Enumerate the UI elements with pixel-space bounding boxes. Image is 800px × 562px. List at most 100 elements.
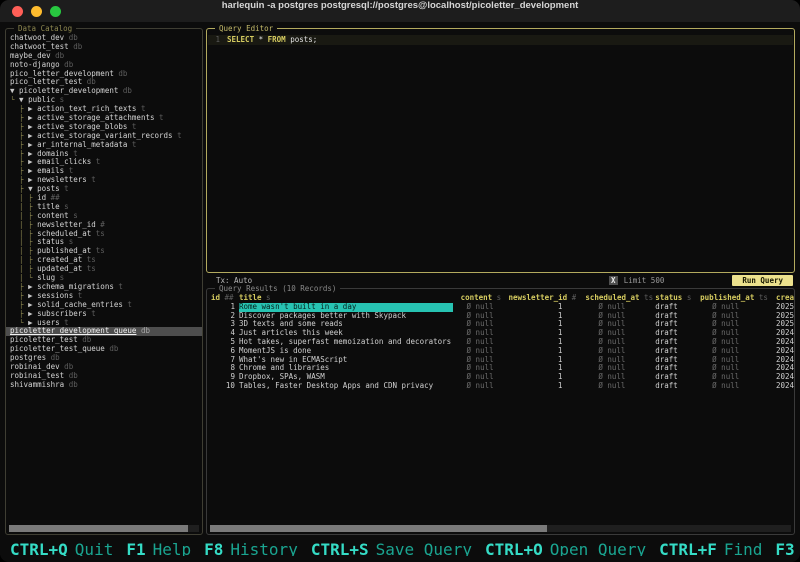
collapsed-arrow-icon[interactable]: ▶ (28, 310, 37, 318)
cell-published_at[interactable]: Ø null (700, 312, 772, 321)
cell-scheduled_at[interactable]: Ø null (585, 382, 653, 391)
collapsed-arrow-icon[interactable]: ▶ (28, 176, 37, 184)
shortcut-find-next[interactable]: F3Find Next (775, 542, 800, 556)
cell-status[interactable]: draft (655, 320, 695, 329)
cell-newsletter_id[interactable]: 1 (508, 329, 576, 338)
cell-id[interactable]: 5 (211, 338, 235, 347)
cell-status[interactable]: draft (655, 356, 695, 365)
catalog-item-scheduled_at[interactable]: │ ├ scheduled_at ts (6, 230, 202, 239)
catalog-item-domains[interactable]: ├ ▶ domains t (6, 150, 202, 159)
cell-id[interactable]: 8 (211, 364, 235, 373)
catalog-item-solid_cache_entries[interactable]: ├ ▶ solid_cache_entries t (6, 301, 202, 310)
cell-content[interactable]: Ø null (461, 347, 505, 356)
cell-scheduled_at[interactable]: Ø null (585, 320, 653, 329)
results-horizontal-scrollbar[interactable] (210, 525, 791, 532)
catalog-item-sessions[interactable]: ├ ▶ sessions t (6, 292, 202, 301)
catalog-item-chatwoot_dev[interactable]: chatwoot_dev db (6, 34, 202, 43)
cell-newsletter_id[interactable]: 1 (508, 347, 576, 356)
collapsed-arrow-icon[interactable]: ▶ (28, 105, 37, 113)
catalog-item-email_clicks[interactable]: ├ ▶ email_clicks t (6, 158, 202, 167)
collapsed-arrow-icon[interactable]: ▶ (28, 114, 37, 122)
cell-status[interactable]: draft (655, 364, 695, 373)
catalog-item-picoletter_development[interactable]: ▼ picoletter_development db (6, 87, 202, 96)
cell-id[interactable]: 9 (211, 373, 235, 382)
cell-id[interactable]: 3 (211, 320, 235, 329)
cell-created[interactable]: 2025 (775, 303, 794, 312)
cell-created[interactable]: 2024 (775, 364, 794, 373)
cell-content[interactable]: Ø null (461, 338, 505, 347)
cell-scheduled_at[interactable]: Ø null (585, 338, 653, 347)
catalog-scrollbar-thumb[interactable] (9, 525, 188, 532)
cell-status[interactable]: draft (655, 373, 695, 382)
cell-id[interactable]: 10 (211, 382, 235, 391)
collapsed-arrow-icon[interactable]: ▶ (28, 292, 37, 300)
cell-id[interactable]: 7 (211, 356, 235, 365)
query-editor-panel[interactable]: Query Editor 1SELECT * FROM posts; (206, 28, 795, 273)
cell-content[interactable]: Ø null (461, 329, 505, 338)
catalog-item-noto-django[interactable]: noto-django db (6, 61, 202, 70)
expanded-arrow-icon[interactable]: ▼ (19, 96, 28, 104)
cell-created[interactable]: 2024 (775, 382, 794, 391)
cell-title[interactable]: Tables, Faster Desktop Apps and CDN priv… (239, 382, 453, 391)
catalog-item-chatwoot_test[interactable]: chatwoot_test db (6, 43, 202, 52)
cell-published_at[interactable]: Ø null (700, 347, 772, 356)
collapsed-arrow-icon[interactable]: ▶ (28, 123, 37, 131)
cell-scheduled_at[interactable]: Ø null (585, 347, 653, 356)
shortcut-open-query[interactable]: CTRL+OOpen Query (485, 542, 646, 556)
shortcut-history[interactable]: F8History (204, 542, 298, 556)
cell-title[interactable]: MomentJS is done (239, 347, 453, 356)
collapsed-arrow-icon[interactable]: ▶ (28, 132, 37, 140)
catalog-item-active_storage_blobs[interactable]: ├ ▶ active_storage_blobs t (6, 123, 202, 132)
catalog-item-id[interactable]: │ ├ id ## (6, 194, 202, 203)
cell-scheduled_at[interactable]: Ø null (585, 356, 653, 365)
cell-title[interactable]: Rome wasn't built in a day (239, 303, 453, 312)
catalog-item-title[interactable]: │ ├ title s (6, 203, 202, 212)
cell-title[interactable]: Discover packages better with Skypack (239, 312, 453, 321)
cell-newsletter_id[interactable]: 1 (508, 373, 576, 382)
cell-content[interactable]: Ø null (461, 312, 505, 321)
expanded-arrow-icon[interactable]: ▼ (10, 87, 19, 95)
cell-status[interactable]: draft (655, 329, 695, 338)
cell-title[interactable]: Chrome and libraries (239, 364, 453, 373)
cell-created[interactable]: 2024 (775, 329, 794, 338)
catalog-item-status[interactable]: │ ├ status s (6, 238, 202, 247)
cell-content[interactable]: Ø null (461, 320, 505, 329)
cell-content[interactable]: Ø null (461, 364, 505, 373)
cell-status[interactable]: draft (655, 303, 695, 312)
cell-content[interactable]: Ø null (461, 382, 505, 391)
cell-created[interactable]: 2024 (775, 373, 794, 382)
cell-title[interactable]: Just articles this week (239, 329, 453, 338)
cell-newsletter_id[interactable]: 1 (508, 303, 576, 312)
cell-newsletter_id[interactable]: 1 (508, 320, 576, 329)
limit-checkbox[interactable]: X (609, 276, 618, 285)
catalog-item-updated_at[interactable]: │ ├ updated_at ts (6, 265, 202, 274)
catalog-item-ar_internal_metadata[interactable]: ├ ▶ ar_internal_metadata t (6, 141, 202, 150)
cell-created[interactable]: 2025 (775, 312, 794, 321)
cell-content[interactable]: Ø null (461, 303, 505, 312)
cell-published_at[interactable]: Ø null (700, 356, 772, 365)
cell-content[interactable]: Ø null (461, 356, 505, 365)
catalog-item-active_storage_attachments[interactable]: ├ ▶ active_storage_attachments t (6, 114, 202, 123)
cell-title[interactable]: 3D texts and some reads (239, 320, 453, 329)
cell-created[interactable]: 2024 (775, 356, 794, 365)
shortcut-help[interactable]: F1Help (126, 542, 191, 556)
cell-newsletter_id[interactable]: 1 (508, 382, 576, 391)
collapsed-arrow-icon[interactable]: ▶ (28, 283, 37, 291)
cell-id[interactable]: 1 (211, 303, 235, 312)
collapsed-arrow-icon[interactable]: ▶ (28, 319, 37, 327)
editor-current-line[interactable]: 1SELECT * FROM posts; (208, 35, 793, 45)
cell-id[interactable]: 6 (211, 347, 235, 356)
cell-published_at[interactable]: Ø null (700, 303, 772, 312)
shortcut-save-query[interactable]: CTRL+SSave Query (311, 542, 472, 556)
catalog-item-published_at[interactable]: │ ├ published_at ts (6, 247, 202, 256)
cell-status[interactable]: draft (655, 382, 695, 391)
cell-scheduled_at[interactable]: Ø null (585, 303, 653, 312)
results-scrollbar-thumb[interactable] (210, 525, 547, 532)
shortcut-quit[interactable]: CTRL+QQuit (10, 542, 113, 556)
cell-created[interactable]: 2024 (775, 338, 794, 347)
catalog-item-action_text_rich_texts[interactable]: ├ ▶ action_text_rich_texts t (6, 105, 202, 114)
catalog-item-content[interactable]: │ ├ content s (6, 212, 202, 221)
catalog-item-newsletter_id[interactable]: │ ├ newsletter_id # (6, 221, 202, 230)
catalog-item-robinai_dev[interactable]: robinai_dev db (6, 363, 202, 372)
cell-newsletter_id[interactable]: 1 (508, 356, 576, 365)
